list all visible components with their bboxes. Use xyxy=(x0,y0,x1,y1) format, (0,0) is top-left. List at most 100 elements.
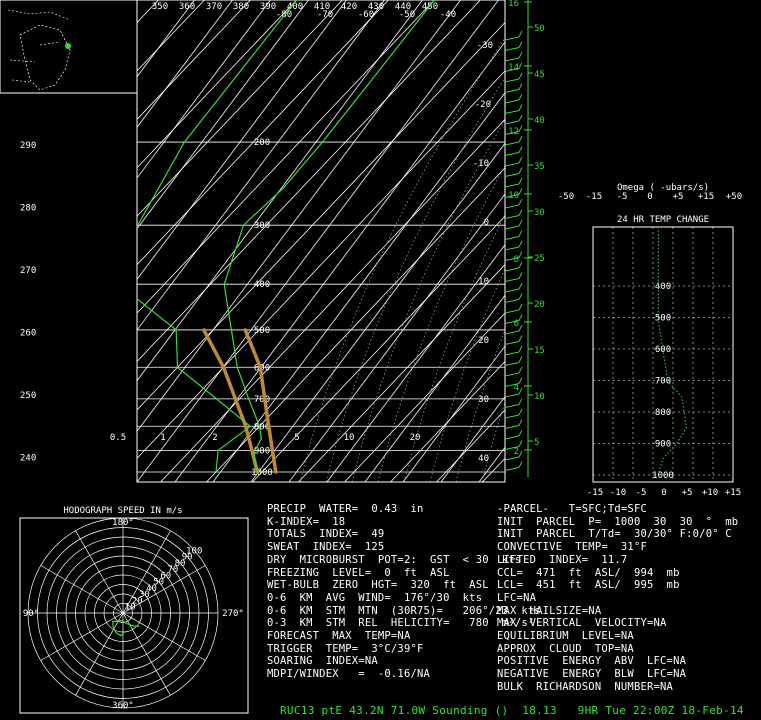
index-line: LIFTED INDEX= 11.7 xyxy=(497,553,628,566)
index-line: POSITIVE ENERGY ABV LFC=NA xyxy=(497,655,687,668)
mixing-ratio-label: 5 xyxy=(294,433,299,443)
omega-title: Omega ( -ubars/s) xyxy=(617,183,709,193)
wind-barb xyxy=(504,152,520,156)
wind-barb xyxy=(504,141,520,146)
location-map-inset xyxy=(0,0,138,94)
wind-barb xyxy=(504,110,520,114)
index-line: INIT PARCEL T/Td= 30/30° F:0/0° C xyxy=(497,528,732,541)
wind-barb-flag xyxy=(518,114,523,122)
mixing-ratio-label: 10 xyxy=(344,433,355,443)
wind-barb xyxy=(504,278,520,282)
wind-barb xyxy=(504,183,520,188)
wind-barb-flag xyxy=(518,356,523,363)
dry-adiabat xyxy=(631,0,761,482)
wind-barb-flag xyxy=(518,230,523,237)
location-marker xyxy=(65,43,71,49)
theta-label: 380 xyxy=(233,2,249,12)
wind-barb-flag xyxy=(518,30,523,38)
wind-barb xyxy=(504,47,520,51)
wind-barb-flag xyxy=(518,240,523,248)
wind-barb xyxy=(504,120,520,125)
wind-barb-flag xyxy=(518,282,523,290)
wind-barb-flag xyxy=(518,293,523,300)
wind-barbs xyxy=(504,30,523,471)
wind-barb-flag xyxy=(518,461,523,468)
dry-adiabat xyxy=(440,396,505,482)
hodograph-spoke xyxy=(75,530,124,614)
wind-barb xyxy=(504,288,520,293)
mixing-ratio-label: 2 xyxy=(212,433,217,443)
wind-barb xyxy=(504,467,520,471)
pressure-label: 200 xyxy=(254,138,270,148)
panel-bottom-tick: -10 xyxy=(610,488,626,498)
temp-label: 0 xyxy=(484,218,489,228)
panel-pressure-label: 500 xyxy=(655,314,671,324)
kft-label: 40 xyxy=(534,116,545,126)
wind-barb-flag xyxy=(518,377,523,384)
hodograph-spoke xyxy=(40,565,124,614)
sounding-footer: RUC13 ptE 43.2N 71.0W Sounding () 18.13 … xyxy=(280,704,744,717)
wind-barb-flag xyxy=(518,93,523,101)
wind-barb-flag xyxy=(518,324,523,332)
wind-barb-flag xyxy=(518,167,523,174)
wind-barb xyxy=(504,330,520,335)
theta-axis-label: 260 xyxy=(20,329,36,339)
omega-tick: +15 xyxy=(698,192,714,202)
omega-tick: +50 xyxy=(726,192,742,202)
wind-barb xyxy=(504,393,520,398)
panel-bottom-tick: +10 xyxy=(702,488,718,498)
index-line: BULK RICHARDSON NUMBER=NA xyxy=(497,680,674,693)
omega-tick: 0 xyxy=(647,192,652,202)
wind-barb xyxy=(504,162,520,167)
theta-axis-label: 250 xyxy=(20,391,36,401)
wind-barb xyxy=(504,99,520,104)
pressure-label: 500 xyxy=(254,326,270,336)
pressure-label: 700 xyxy=(254,395,270,405)
km-label: 14 xyxy=(508,63,519,73)
wind-barb-flag xyxy=(518,125,523,132)
omega-tick: -50 xyxy=(558,192,574,202)
index-line: INIT PARCEL P= 1000 30 30 ° mb xyxy=(497,515,739,528)
theta-label: 390 xyxy=(260,2,276,12)
panel-bottom-tick: +15 xyxy=(725,488,741,498)
panel-bottom-tick: -5 xyxy=(636,488,647,498)
indices-right-block: -PARCEL- T=SFC;Td=SFC INIT PARCEL P= 1000… xyxy=(497,503,738,694)
temp-label: -40 xyxy=(440,10,456,20)
temp-label: 20 xyxy=(478,336,489,346)
index-line: NEGATIVE ENERGY BLW LFC=NA xyxy=(497,668,687,681)
wind-barb xyxy=(504,246,520,251)
index-line: MAX VERTICAL VELOCITY=NA xyxy=(497,617,667,630)
kft-label: 45 xyxy=(534,70,545,80)
index-line: -PARCEL- T=SFC;Td=SFC xyxy=(497,503,647,515)
wind-barb xyxy=(504,204,520,209)
wind-barb-flag xyxy=(518,398,523,405)
wind-barb xyxy=(504,435,520,440)
wind-barb-flag xyxy=(518,72,523,80)
direction-label: 360° xyxy=(112,701,134,711)
isotherm xyxy=(390,360,505,482)
mixing-ratio-label: 1 xyxy=(160,433,165,443)
wind-barb xyxy=(504,173,520,177)
moist-adiabat xyxy=(351,119,505,482)
mixing-ratio-label: 20 xyxy=(410,433,421,443)
wind-barb xyxy=(504,362,520,366)
wind-barb-flag xyxy=(518,41,523,48)
wind-barb-flag xyxy=(518,219,523,227)
omega-tick: +5 xyxy=(673,192,684,202)
temp-label: -20 xyxy=(475,100,491,110)
wind-barb-flag xyxy=(518,440,523,447)
isotherm xyxy=(436,409,505,482)
pressure-label: 300 xyxy=(254,221,270,231)
wind-barb xyxy=(504,89,520,93)
kft-label: 30 xyxy=(534,208,545,218)
wind-barb xyxy=(504,267,520,272)
wind-barb xyxy=(504,299,520,303)
wind-barb-flag xyxy=(518,450,523,458)
wind-barb xyxy=(504,425,520,429)
km-label: 16 xyxy=(508,0,519,9)
dry-adiabat xyxy=(593,0,761,482)
hodograph: HODOGRAPH SPEED IN m/s102030405060708090… xyxy=(19,506,249,714)
temp-label: 30 xyxy=(478,395,489,405)
temp-label: 40 xyxy=(478,454,489,464)
index-line: LFC=NA xyxy=(497,591,537,604)
